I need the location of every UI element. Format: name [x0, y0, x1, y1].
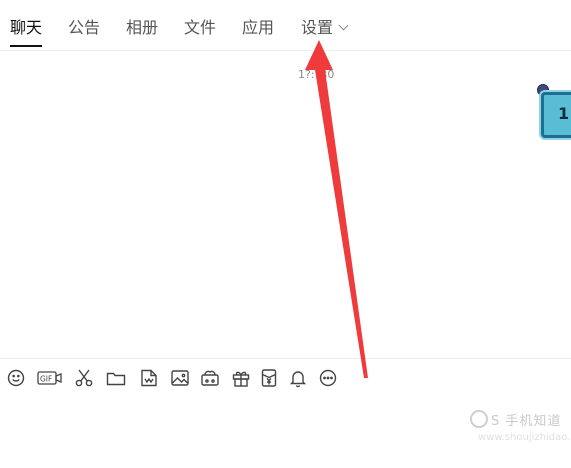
chat-tab-bar: 聊天 公告 相册 文件 应用 设置 — [0, 0, 571, 51]
chevron-down-icon — [338, 20, 349, 31]
watermark: S 手机知道 — [470, 410, 561, 429]
tab-settings[interactable]: 设置 — [301, 17, 349, 39]
annotation-arrow-icon — [305, 40, 368, 378]
input-toolbar: GIF — [0, 358, 571, 395]
message-timestamp: 1?:?30 — [298, 68, 335, 81]
doc-icon[interactable] — [138, 367, 160, 389]
tab-settings-label: 设置 — [301, 18, 334, 37]
gift-icon[interactable] — [230, 367, 252, 389]
image-icon[interactable] — [169, 367, 191, 389]
tab-chat[interactable]: 聊天 — [10, 17, 43, 47]
more-icon[interactable] — [317, 367, 339, 389]
gif-icon[interactable]: GIF — [37, 367, 63, 389]
sticker-label: 1 — [558, 104, 570, 123]
watermark-logo-icon — [470, 410, 488, 428]
cloud-image-icon[interactable] — [199, 367, 221, 389]
svg-text:GIF: GIF — [40, 375, 52, 384]
scissors-icon[interactable] — [73, 367, 95, 389]
folder-icon[interactable] — [105, 367, 127, 389]
tab-announcement[interactable]: 公告 — [68, 17, 100, 39]
red-packet-icon[interactable] — [258, 367, 280, 389]
watermark-text: S 手机知道 — [491, 414, 562, 429]
arrow-shaft — [315, 70, 368, 378]
bell-icon[interactable] — [287, 367, 309, 389]
watermark-subtext: www.shoujizhidao.com — [478, 432, 571, 443]
emoji-icon[interactable] — [5, 367, 27, 389]
tab-files[interactable]: 文件 — [184, 17, 216, 39]
tab-apps[interactable]: 应用 — [242, 17, 274, 39]
sticker-message[interactable]: 1 — [541, 92, 571, 138]
tab-album[interactable]: 相册 — [126, 17, 158, 39]
